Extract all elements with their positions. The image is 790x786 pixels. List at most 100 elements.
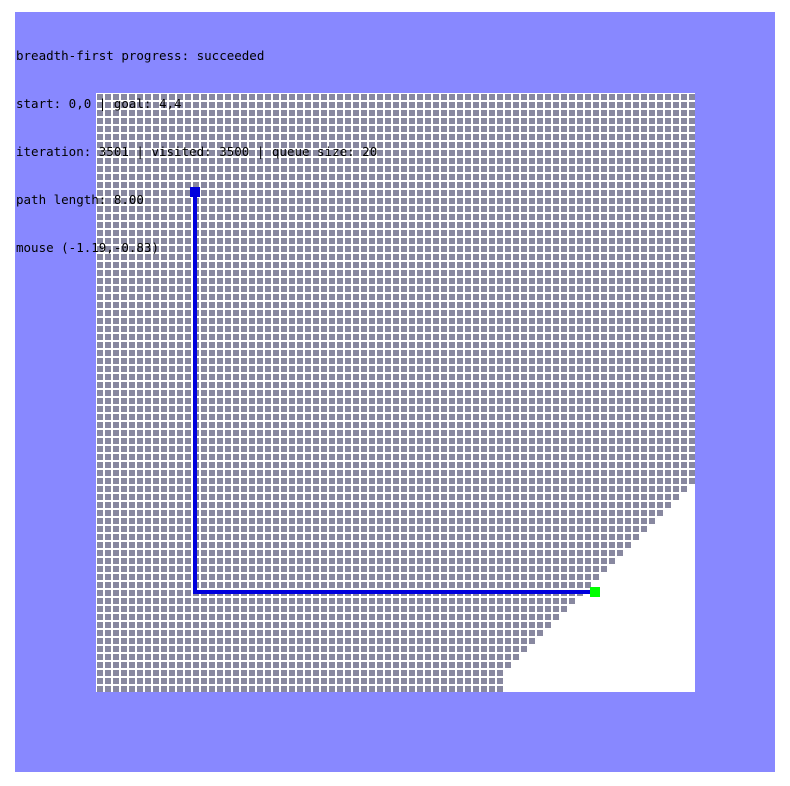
visited-cell	[641, 422, 647, 428]
visited-cell	[537, 310, 543, 316]
visited-cell	[649, 102, 655, 108]
visited-cell	[321, 334, 327, 340]
visited-cell	[601, 350, 607, 356]
visited-cell	[601, 118, 607, 124]
visited-cell	[217, 614, 223, 620]
visited-cell	[505, 534, 511, 540]
visited-cell	[297, 534, 303, 540]
visited-cell	[105, 518, 111, 524]
visited-cell	[217, 382, 223, 388]
visited-cell	[345, 502, 351, 508]
visited-cell	[137, 390, 143, 396]
visited-cell	[465, 166, 471, 172]
visited-cell	[337, 438, 343, 444]
visited-cell	[313, 462, 319, 468]
visited-cell	[177, 278, 183, 284]
visited-cell	[601, 398, 607, 404]
visited-cell	[553, 270, 559, 276]
visited-cell	[529, 582, 535, 588]
visited-cell	[201, 606, 207, 612]
visited-cell	[425, 334, 431, 340]
visited-cell	[513, 486, 519, 492]
visited-cell	[201, 566, 207, 572]
visited-cell	[265, 310, 271, 316]
visited-cell	[297, 422, 303, 428]
visited-cell	[257, 414, 263, 420]
visited-cell	[561, 230, 567, 236]
visited-cell	[609, 190, 615, 196]
visited-cell	[585, 454, 591, 460]
visited-cell	[505, 526, 511, 532]
visited-cell	[641, 238, 647, 244]
visited-cell	[601, 238, 607, 244]
visited-cell	[665, 118, 671, 124]
visited-cell	[417, 318, 423, 324]
visited-cell	[633, 446, 639, 452]
visited-cell	[265, 478, 271, 484]
visited-cell	[497, 606, 503, 612]
visited-cell	[281, 398, 287, 404]
visited-cell	[273, 510, 279, 516]
visited-cell	[641, 206, 647, 212]
visited-cell	[241, 622, 247, 628]
visited-cell	[425, 150, 431, 156]
visited-cell	[329, 558, 335, 564]
visited-cell	[585, 286, 591, 292]
visited-cell	[377, 366, 383, 372]
visited-cell	[137, 310, 143, 316]
visited-cell	[489, 446, 495, 452]
visited-cell	[681, 462, 687, 468]
visited-cell	[585, 126, 591, 132]
visited-cell	[329, 382, 335, 388]
visited-cell	[233, 510, 239, 516]
visited-cell	[105, 582, 111, 588]
visited-cell	[305, 518, 311, 524]
visited-cell	[505, 238, 511, 244]
visited-cell	[289, 518, 295, 524]
visited-cell	[401, 630, 407, 636]
visited-cell	[129, 438, 135, 444]
visited-cell	[321, 486, 327, 492]
visited-cell	[329, 334, 335, 340]
visited-cell	[473, 454, 479, 460]
visited-cell	[289, 382, 295, 388]
visited-cell	[361, 598, 367, 604]
visited-cell	[273, 358, 279, 364]
visited-cell	[577, 142, 583, 148]
visited-cell	[241, 382, 247, 388]
visited-cell	[273, 534, 279, 540]
visited-cell	[177, 422, 183, 428]
visited-cell	[513, 262, 519, 268]
visited-cell	[393, 278, 399, 284]
visited-cell	[689, 302, 695, 308]
visited-cell	[569, 270, 575, 276]
visited-cell	[473, 534, 479, 540]
visited-cell	[497, 382, 503, 388]
visited-cell	[217, 502, 223, 508]
visited-cell	[457, 286, 463, 292]
visited-cell	[433, 310, 439, 316]
visited-cell	[273, 638, 279, 644]
visited-cell	[441, 174, 447, 180]
visited-cell	[305, 454, 311, 460]
visited-cell	[601, 302, 607, 308]
visited-cell	[641, 438, 647, 444]
visited-cell	[433, 494, 439, 500]
visited-cell	[377, 566, 383, 572]
visited-cell	[505, 110, 511, 116]
visited-cell	[169, 446, 175, 452]
visited-cell	[425, 382, 431, 388]
visited-cell	[457, 550, 463, 556]
visited-cell	[601, 414, 607, 420]
visited-cell	[497, 278, 503, 284]
visited-cell	[113, 510, 119, 516]
visited-cell	[457, 110, 463, 116]
visited-cell	[473, 326, 479, 332]
visited-cell	[377, 502, 383, 508]
visited-cell	[257, 398, 263, 404]
visited-cell	[649, 142, 655, 148]
visited-cell	[473, 374, 479, 380]
visited-cell	[441, 406, 447, 412]
visited-cell	[169, 510, 175, 516]
visited-cell	[433, 262, 439, 268]
